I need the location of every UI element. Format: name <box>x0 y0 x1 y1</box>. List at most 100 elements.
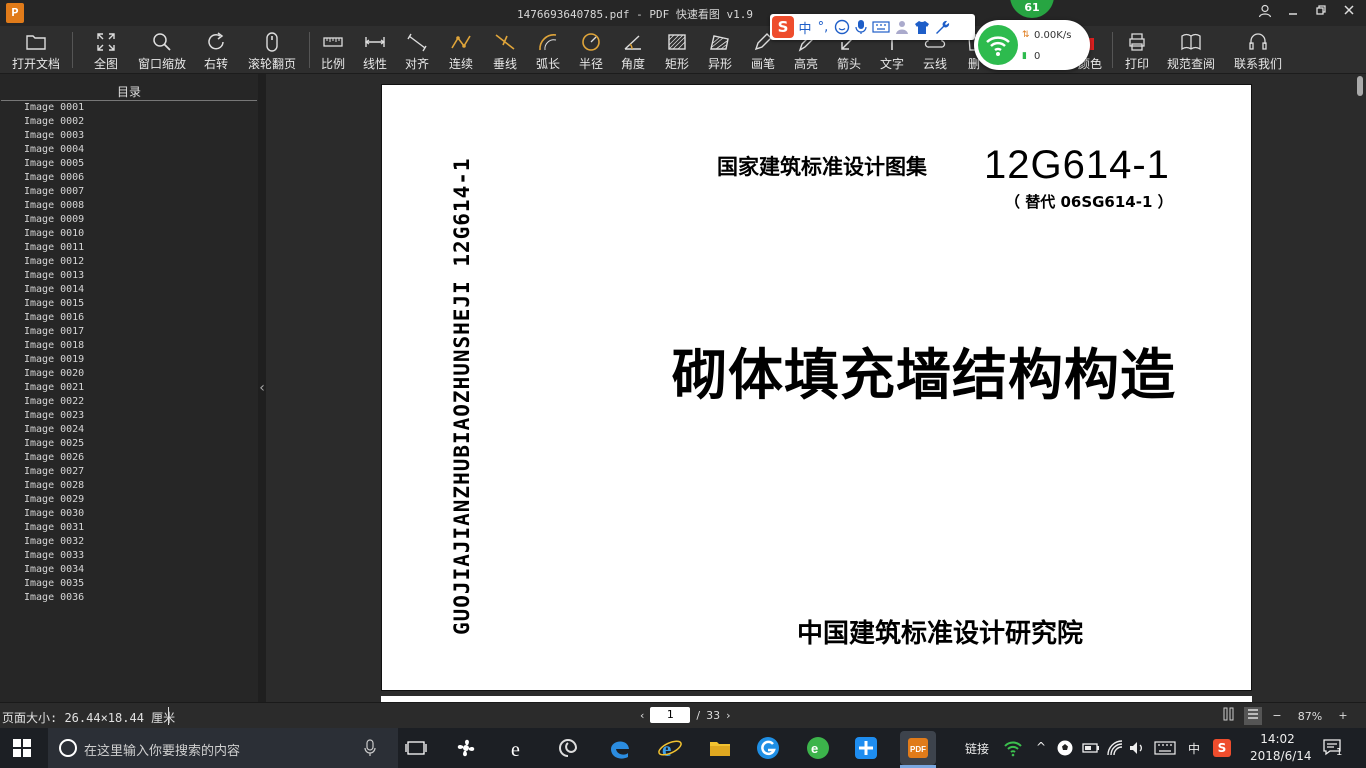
360-browser-icon[interactable]: e <box>804 734 832 762</box>
outline-item[interactable]: Image 0022 <box>0 395 258 409</box>
volume-tray-icon[interactable] <box>1128 739 1146 757</box>
standard-lookup-button[interactable]: 规范查阅 <box>1163 28 1219 72</box>
outline-item[interactable]: Image 0034 <box>0 563 258 577</box>
fan-app-icon[interactable] <box>452 734 480 762</box>
continuous-measure-button[interactable]: 连续 <box>444 28 478 72</box>
show-hidden-icons[interactable]: ^ <box>1036 740 1046 754</box>
baidu-netdisk-icon[interactable] <box>852 734 880 762</box>
outline-item[interactable]: Image 0036 <box>0 591 258 605</box>
perpendicular-button[interactable]: 垂线 <box>488 28 522 72</box>
sogou-browser-icon[interactable] <box>754 734 782 762</box>
contact-us-button[interactable]: 联系我们 <box>1230 28 1286 72</box>
network-tray-icon[interactable] <box>1106 739 1124 757</box>
close-icon[interactable] <box>1340 4 1358 22</box>
outline-item[interactable]: Image 0024 <box>0 423 258 437</box>
maximize-icon[interactable] <box>1312 4 1330 22</box>
scale-button[interactable]: 比例 <box>316 28 350 72</box>
arc-length-button[interactable]: 弧长 <box>531 28 565 72</box>
irregular-area-button[interactable]: 异形 <box>703 28 737 72</box>
ie-legacy-icon[interactable]: e <box>504 734 532 762</box>
aligned-dimension-button[interactable]: 对齐 <box>400 28 434 72</box>
rect-area-button[interactable]: 矩形 <box>660 28 694 72</box>
network-speed-widget[interactable]: ⇅ 0.00K/s ▮ 0 <box>974 20 1090 70</box>
outline-item[interactable]: Image 0033 <box>0 549 258 563</box>
window-zoom-button[interactable]: 窗口缩放 <box>134 28 190 72</box>
tray-link[interactable]: 链接 <box>965 740 989 757</box>
input-language[interactable]: 中 <box>1188 740 1200 757</box>
action-center-icon[interactable]: 1 <box>1322 738 1348 760</box>
linear-dimension-button[interactable]: 线性 <box>358 28 392 72</box>
outline-item[interactable]: Image 0035 <box>0 577 258 591</box>
keyboard-icon[interactable] <box>872 20 890 34</box>
outline-item[interactable]: Image 0010 <box>0 227 258 241</box>
windows-start-icon[interactable] <box>12 738 32 758</box>
open-document-button[interactable]: 打开文档 <box>8 28 64 72</box>
ime-language[interactable]: 中 <box>798 18 812 37</box>
print-button[interactable]: 打印 <box>1120 28 1154 72</box>
outline-item[interactable]: Image 0017 <box>0 325 258 339</box>
outline-item[interactable]: Image 0005 <box>0 157 258 171</box>
outline-item[interactable]: Image 0016 <box>0 311 258 325</box>
user-icon[interactable] <box>894 19 910 35</box>
outline-item[interactable]: Image 0020 <box>0 367 258 381</box>
zoom-in-icon[interactable]: + <box>1334 707 1352 725</box>
outline-item[interactable]: Image 0028 <box>0 479 258 493</box>
sogou-logo[interactable]: S <box>772 16 794 38</box>
rotate-right-button[interactable]: 右转 <box>198 28 234 72</box>
outline-item[interactable]: Image 0030 <box>0 507 258 521</box>
outline-item[interactable]: Image 0027 <box>0 465 258 479</box>
sogou-tray-icon[interactable]: S <box>1213 739 1231 757</box>
outline-item[interactable]: Image 0003 <box>0 129 258 143</box>
taskbar-search-box[interactable]: 在这里输入你要搜索的内容 <box>48 728 398 768</box>
battery-tray-icon[interactable] <box>1082 740 1100 756</box>
scrollbar-thumb[interactable] <box>1357 76 1363 96</box>
radius-button[interactable]: 半径 <box>574 28 608 72</box>
outline-item[interactable]: Image 0021 <box>0 381 258 395</box>
outline-item[interactable]: Image 0006 <box>0 171 258 185</box>
keyboard-tray-icon[interactable] <box>1154 740 1176 756</box>
outline-item[interactable]: Image 0009 <box>0 213 258 227</box>
outline-item[interactable]: Image 0012 <box>0 255 258 269</box>
wrench-icon[interactable] <box>934 19 950 35</box>
outline-item[interactable]: Image 0032 <box>0 535 258 549</box>
vertical-scrollbar[interactable] <box>1354 74 1366 702</box>
page-number-input[interactable]: 1 <box>650 707 691 723</box>
fit-page-button[interactable]: 全图 <box>88 28 124 72</box>
outline-item[interactable]: Image 0019 <box>0 353 258 367</box>
outline-item[interactable]: Image 0025 <box>0 437 258 451</box>
outline-item[interactable]: Image 0029 <box>0 493 258 507</box>
user-icon[interactable] <box>1256 4 1274 22</box>
outline-item[interactable]: Image 0026 <box>0 451 258 465</box>
ime-punctuation[interactable]: °, <box>816 20 830 35</box>
outline-item[interactable]: Image 0001 <box>0 101 258 115</box>
soccer-icon[interactable] <box>1056 739 1074 757</box>
pdf-viewer-taskbar-icon[interactable]: PDF <box>900 731 936 765</box>
browser-spiral-icon[interactable] <box>554 734 582 762</box>
document-view[interactable]: GUOJIAJIANZHUBIAOZHUNSHEJI 12G614-1 国家建筑… <box>266 74 1354 706</box>
angle-button[interactable]: 角度 <box>616 28 650 72</box>
shirt-icon[interactable] <box>914 19 930 35</box>
outline-item[interactable]: Image 0004 <box>0 143 258 157</box>
outline-item[interactable]: Image 0007 <box>0 185 258 199</box>
outline-item[interactable]: Image 0011 <box>0 241 258 255</box>
mic-icon[interactable] <box>364 739 376 757</box>
scroll-page-button[interactable]: 滚轮翻页 <box>244 28 300 72</box>
prev-page-icon[interactable]: ‹ <box>640 709 644 722</box>
zoom-out-icon[interactable]: − <box>1268 707 1286 725</box>
smile-icon[interactable] <box>834 19 850 35</box>
file-explorer-icon[interactable] <box>706 734 734 762</box>
mic-icon[interactable] <box>854 19 868 35</box>
outline-item[interactable]: Image 0018 <box>0 339 258 353</box>
collapse-sidebar-icon[interactable]: ‹ <box>258 378 266 398</box>
wifi-tray-icon[interactable] <box>1003 739 1023 757</box>
single-page-view-icon[interactable] <box>1220 707 1238 725</box>
edge-icon[interactable] <box>606 734 634 762</box>
outline-item[interactable]: Image 0008 <box>0 199 258 213</box>
outline-item[interactable]: Image 0015 <box>0 297 258 311</box>
next-page-icon[interactable]: › <box>726 709 730 722</box>
outline-item[interactable]: Image 0031 <box>0 521 258 535</box>
outline-item[interactable]: Image 0023 <box>0 409 258 423</box>
continuous-view-icon[interactable] <box>1244 707 1262 725</box>
minimize-icon[interactable] <box>1284 4 1302 22</box>
outline-item[interactable]: Image 0002 <box>0 115 258 129</box>
